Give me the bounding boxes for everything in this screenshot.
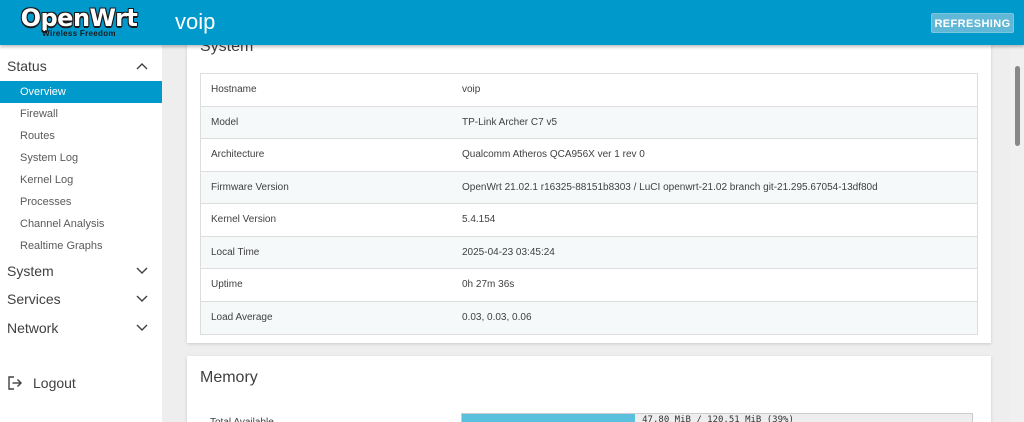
sidebar-item-processes[interactable]: Processes — [0, 191, 162, 213]
chevron-down-icon — [136, 324, 148, 331]
memory-card: Memory Total Available 47.80 MiB / 120.5… — [187, 356, 991, 422]
brand-name: OpenWrt — [20, 4, 138, 32]
row-value: Qualcomm Atheros QCA956X ver 1 rev 0 — [462, 149, 645, 160]
table-row: Hostname voip — [201, 74, 977, 107]
row-key: Firmware Version — [211, 181, 289, 193]
memory-progress-bar: 47.80 MiB / 120.51 MiB (39%) — [461, 413, 973, 422]
logout-label: Logout — [33, 375, 76, 391]
chevron-up-icon — [136, 63, 148, 70]
memory-card-title: Memory — [200, 369, 258, 386]
sidebar-item-overview[interactable]: Overview — [0, 81, 162, 103]
table-row: Architecture Qualcomm Atheros QCA956X ve… — [201, 139, 977, 172]
sidebar-item-realtime-graphs[interactable]: Realtime Graphs — [0, 235, 162, 257]
row-key: Local Time — [211, 246, 260, 258]
menu-network[interactable]: Network — [0, 315, 162, 341]
row-key: Hostname — [211, 84, 257, 95]
row-value: voip — [462, 84, 481, 95]
table-row: Local Time 2025-04-23 03:45:24 — [201, 236, 977, 269]
table-row: Firmware Version OpenWrt 21.02.1 r16325-… — [201, 171, 977, 204]
row-value: 5.4.154 — [462, 214, 496, 225]
menu-system[interactable]: System — [0, 258, 162, 284]
sidebar-item-firewall[interactable]: Firewall — [0, 103, 162, 125]
row-key: Load Average — [211, 311, 273, 323]
system-info-table: Hostname voip Model TP-Link Archer C7 v5… — [200, 73, 978, 335]
header-bar: OpenWrt Wireless Freedom voip REFRESHING — [0, 0, 1024, 45]
memory-total-label: Total Available — [210, 417, 274, 422]
system-card: System Hostname voip Model TP-Link Arche… — [187, 20, 991, 343]
page-scrollbar[interactable] — [1010, 45, 1024, 422]
menu-network-label: Network — [7, 320, 59, 336]
menu-status-label: Status — [7, 58, 47, 74]
row-value: OpenWrt 21.02.1 r16325-88151b8303 / LuCI… — [462, 181, 878, 193]
row-key: Model — [211, 116, 239, 128]
row-value: 0h 27m 36s — [462, 279, 515, 290]
menu-services[interactable]: Services — [0, 286, 162, 312]
table-row: Model TP-Link Archer C7 v5 — [201, 106, 977, 139]
memory-progress-text: 47.80 MiB / 120.51 MiB (39%) — [642, 415, 794, 422]
brand-tagline: Wireless Freedom — [42, 29, 116, 38]
menu-status[interactable]: Status — [0, 53, 162, 79]
row-key: Architecture — [211, 149, 265, 160]
row-value: TP-Link Archer C7 v5 — [462, 116, 558, 128]
openwrt-logo[interactable]: OpenWrt Wireless Freedom — [14, 4, 144, 40]
sidebar: Status Overview Firewall Routes System L… — [0, 45, 162, 422]
chevron-down-icon — [136, 295, 148, 302]
menu-services-label: Services — [7, 291, 61, 307]
sidebar-item-channel-analysis[interactable]: Channel Analysis — [0, 213, 162, 235]
logout-icon — [8, 376, 22, 390]
row-key: Kernel Version — [211, 214, 277, 225]
menu-system-label: System — [7, 263, 54, 279]
logout-link[interactable]: Logout — [0, 372, 162, 394]
row-value: 0.03, 0.03, 0.06 — [462, 311, 532, 323]
page-title-hostname: voip — [175, 9, 216, 34]
row-key: Uptime — [211, 279, 243, 290]
scrollbar-thumb[interactable] — [1015, 66, 1020, 146]
chevron-down-icon — [136, 267, 148, 274]
sidebar-item-routes[interactable]: Routes — [0, 125, 162, 147]
refreshing-indicator[interactable]: REFRESHING — [931, 13, 1014, 33]
table-row: Kernel Version 5.4.154 — [201, 204, 977, 237]
table-row: Load Average 0.03, 0.03, 0.06 — [201, 301, 977, 334]
row-value: 2025-04-23 03:45:24 — [462, 246, 555, 258]
table-row: Uptime 0h 27m 36s — [201, 269, 977, 302]
sidebar-item-kernel-log[interactable]: Kernel Log — [0, 169, 162, 191]
sidebar-item-system-log[interactable]: System Log — [0, 147, 162, 169]
